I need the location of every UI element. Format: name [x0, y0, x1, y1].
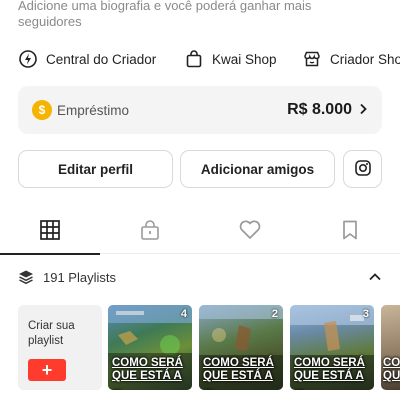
create-playlist-card[interactable]: Criar sua playlist + — [18, 305, 102, 390]
tab-likes[interactable] — [200, 210, 300, 254]
playlist-card[interactable]: CO QU — [381, 305, 400, 390]
playlist-video-count: 2 — [271, 308, 278, 320]
shortcut-label: Kwai Shop — [212, 51, 277, 67]
instagram-icon — [354, 159, 372, 180]
store-icon — [302, 49, 322, 69]
chevron-right-icon — [358, 102, 368, 119]
playlist-video-count: 3 — [362, 308, 369, 320]
playlist-caption: COMO SERÁ QUE ESTÁ A ... — [203, 357, 274, 390]
loan-value: R$ 8.000 — [287, 101, 352, 118]
tab-saved[interactable] — [300, 210, 400, 254]
shopping-bag-icon — [184, 49, 204, 69]
instagram-button[interactable] — [343, 150, 382, 188]
loan-card[interactable]: $ Empréstimo R$ 8.000 — [18, 86, 382, 134]
tab-grid[interactable] — [0, 210, 100, 255]
bio-prompt[interactable]: Adicione uma biografia e você poderá gan… — [18, 0, 348, 30]
shortcut-creator-shop[interactable]: Criador Sho — [302, 46, 400, 72]
lightning-circle-icon — [18, 49, 38, 69]
shortcut-creator-center[interactable]: Central do Criador — [18, 46, 156, 72]
dollar-coin-icon: $ — [32, 100, 52, 120]
playlists-header[interactable]: 191 Playlists — [18, 266, 382, 288]
playlist-card[interactable]: 4 COMO SERÁ QUE ESTÁ A ... — [108, 305, 192, 390]
playlist-card[interactable]: 2 COMO SERÁ QUE ESTÁ A ... — [199, 305, 283, 390]
playlist-caption: COMO SERÁ QUE ESTÁ A ... — [112, 357, 183, 390]
shortcut-bar: Central do Criador Kwai Shop Criador Sho — [0, 46, 400, 72]
create-playlist-label: Criar sua playlist — [28, 320, 75, 347]
tab-private[interactable] — [100, 210, 200, 254]
active-tab-indicator — [0, 253, 100, 255]
bookmark-icon — [340, 219, 360, 246]
playlist-caption: COMO SERÁ QUE ESTÁ A ... — [294, 357, 365, 390]
create-playlist-button[interactable]: + — [28, 359, 66, 381]
playlist-video-count: 4 — [180, 308, 187, 320]
loan-label: Empréstimo — [57, 102, 130, 118]
shortcut-label: Central do Criador — [46, 51, 157, 67]
profile-tabs — [0, 210, 400, 255]
add-friends-button[interactable]: Adicionar amigos — [180, 150, 335, 188]
heart-icon — [238, 219, 262, 246]
shortcut-label: Criador Sho — [330, 51, 400, 67]
chevron-up-icon[interactable] — [368, 270, 382, 285]
playlist-card[interactable]: 3 COMO SERÁ QUE ESTÁ A ... — [290, 305, 374, 390]
edit-profile-button[interactable]: Editar perfil — [18, 150, 173, 188]
playlists-count: 191 Playlists — [43, 269, 116, 285]
layers-icon — [18, 269, 34, 285]
playlist-caption: CO QU — [383, 357, 400, 382]
shortcut-kwai-shop[interactable]: Kwai Shop — [184, 46, 277, 72]
lock-icon — [139, 219, 161, 246]
grid-icon — [39, 219, 61, 246]
